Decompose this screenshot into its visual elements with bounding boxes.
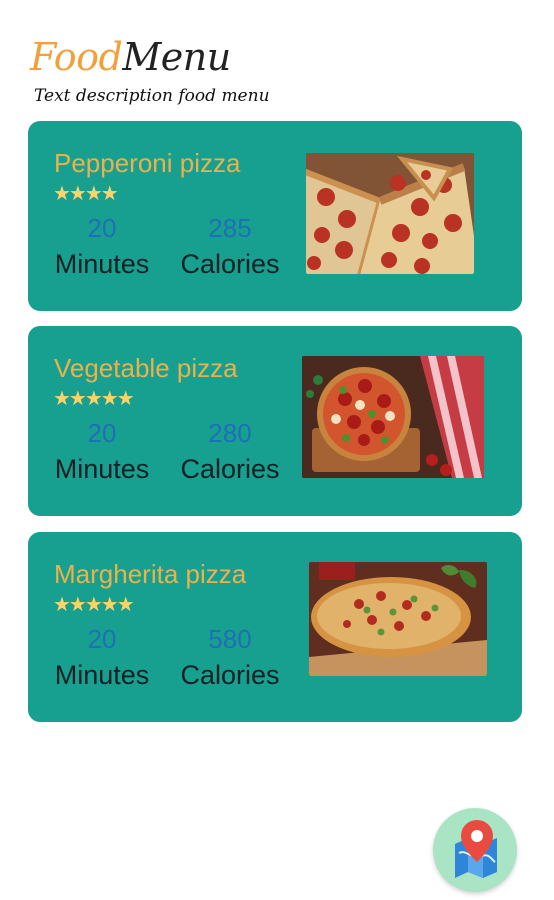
calories-value: 580 — [208, 624, 252, 654]
menu-card-pepperoni[interactable]: Pepperoni pizza ★★★★ 20 Minutes 285 Calo… — [28, 121, 522, 311]
app-header: FoodMenu Text description food menu — [30, 26, 510, 116]
margherita-pizza-image — [309, 562, 487, 676]
minutes-stat: 20 Minutes — [42, 622, 162, 694]
minutes-value: 20 — [87, 213, 117, 243]
minutes-stat: 20 Minutes — [42, 211, 162, 283]
pepperoni-pizza-icon — [306, 153, 474, 274]
star-rating: ★★★★ — [53, 183, 119, 205]
margherita-pizza-icon — [309, 562, 487, 676]
pepperoni-pizza-image — [306, 153, 474, 274]
map-button[interactable] — [433, 808, 517, 892]
vegetable-pizza-image — [302, 356, 484, 478]
minutes-value: 20 — [87, 624, 117, 654]
item-name: Pepperoni pizza — [54, 148, 241, 178]
minutes-label: Minutes — [54, 660, 150, 690]
title-menu: Menu — [122, 35, 231, 79]
vegetable-pizza-icon — [302, 356, 484, 478]
minutes-label: Minutes — [54, 249, 150, 279]
calories-stat: 280 Calories — [170, 416, 290, 488]
menu-card-vegetable[interactable]: Vegetable pizza ★★★★★ 20 Minutes 280 Cal… — [28, 326, 522, 516]
minutes-label: Minutes — [54, 454, 150, 484]
calories-label: Calories — [180, 660, 280, 690]
minutes-value: 20 — [87, 418, 117, 448]
calories-stat: 285 Calories — [170, 211, 290, 283]
title-food: Food — [30, 35, 123, 79]
page-title: FoodMenu — [30, 34, 231, 80]
calories-label: Calories — [180, 454, 280, 484]
item-name: Vegetable pizza — [54, 353, 238, 383]
calories-stat: 580 Calories — [170, 622, 290, 694]
item-name: Margherita pizza — [54, 559, 247, 589]
star-rating: ★★★★★ — [53, 594, 135, 616]
map-location-icon — [455, 820, 497, 878]
calories-value: 280 — [208, 418, 252, 448]
menu-card-margherita[interactable]: Margherita pizza ★★★★★ 20 Minutes 580 Ca… — [28, 532, 522, 722]
calories-value: 285 — [208, 213, 252, 243]
calories-label: Calories — [180, 249, 280, 279]
page-subtitle: Text description food menu — [34, 86, 270, 106]
star-rating: ★★★★★ — [53, 388, 135, 410]
minutes-stat: 20 Minutes — [42, 416, 162, 488]
